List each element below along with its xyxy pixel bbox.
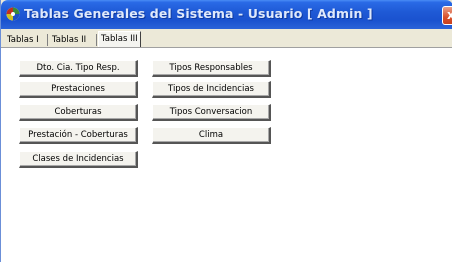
tab-tablas-i[interactable]: Tablas I	[7, 33, 39, 47]
close-icon: x	[447, 8, 452, 22]
coberturas-button[interactable]: Coberturas	[19, 104, 138, 121]
app-icon	[6, 7, 20, 21]
title-bar[interactable]: Tablas Generales del Sistema - Usuario […	[1, 0, 452, 29]
dto-cia-tipo-resp-button[interactable]: Dto. Cia. Tipo Resp.	[19, 60, 138, 77]
tipos-responsables-button[interactable]: Tipos Responsables	[152, 60, 271, 77]
main-window: Tablas Generales del Sistema - Usuario […	[0, 0, 452, 262]
prestaciones-button[interactable]: Prestaciones	[19, 81, 138, 98]
close-button[interactable]: x	[442, 6, 452, 25]
tab-tablas-ii[interactable]: Tablas II	[52, 33, 86, 47]
window-title: Tablas Generales del Sistema - Usuario […	[24, 6, 373, 21]
tipos-conversacion-button[interactable]: Tipos Conversacion	[152, 104, 271, 121]
tab-panel-tablas-iii: Dto. Cia. Tipo Resp. Prestaciones Cobert…	[1, 47, 452, 262]
clases-de-incidencias-button[interactable]: Clases de Incidencias	[19, 151, 138, 168]
clima-button[interactable]: Clima	[152, 127, 271, 144]
tab-separator	[96, 34, 97, 46]
tab-separator	[47, 34, 48, 46]
prestacion-coberturas-button[interactable]: Prestación - Coberturas	[19, 127, 138, 144]
tipos-de-incidencias-button[interactable]: Tipos de Incidencias	[152, 81, 271, 98]
tab-tablas-iii[interactable]: Tablas III	[98, 31, 141, 47]
window-content: Tablas I Tablas II Tablas III Dto. Cia. …	[1, 29, 452, 262]
